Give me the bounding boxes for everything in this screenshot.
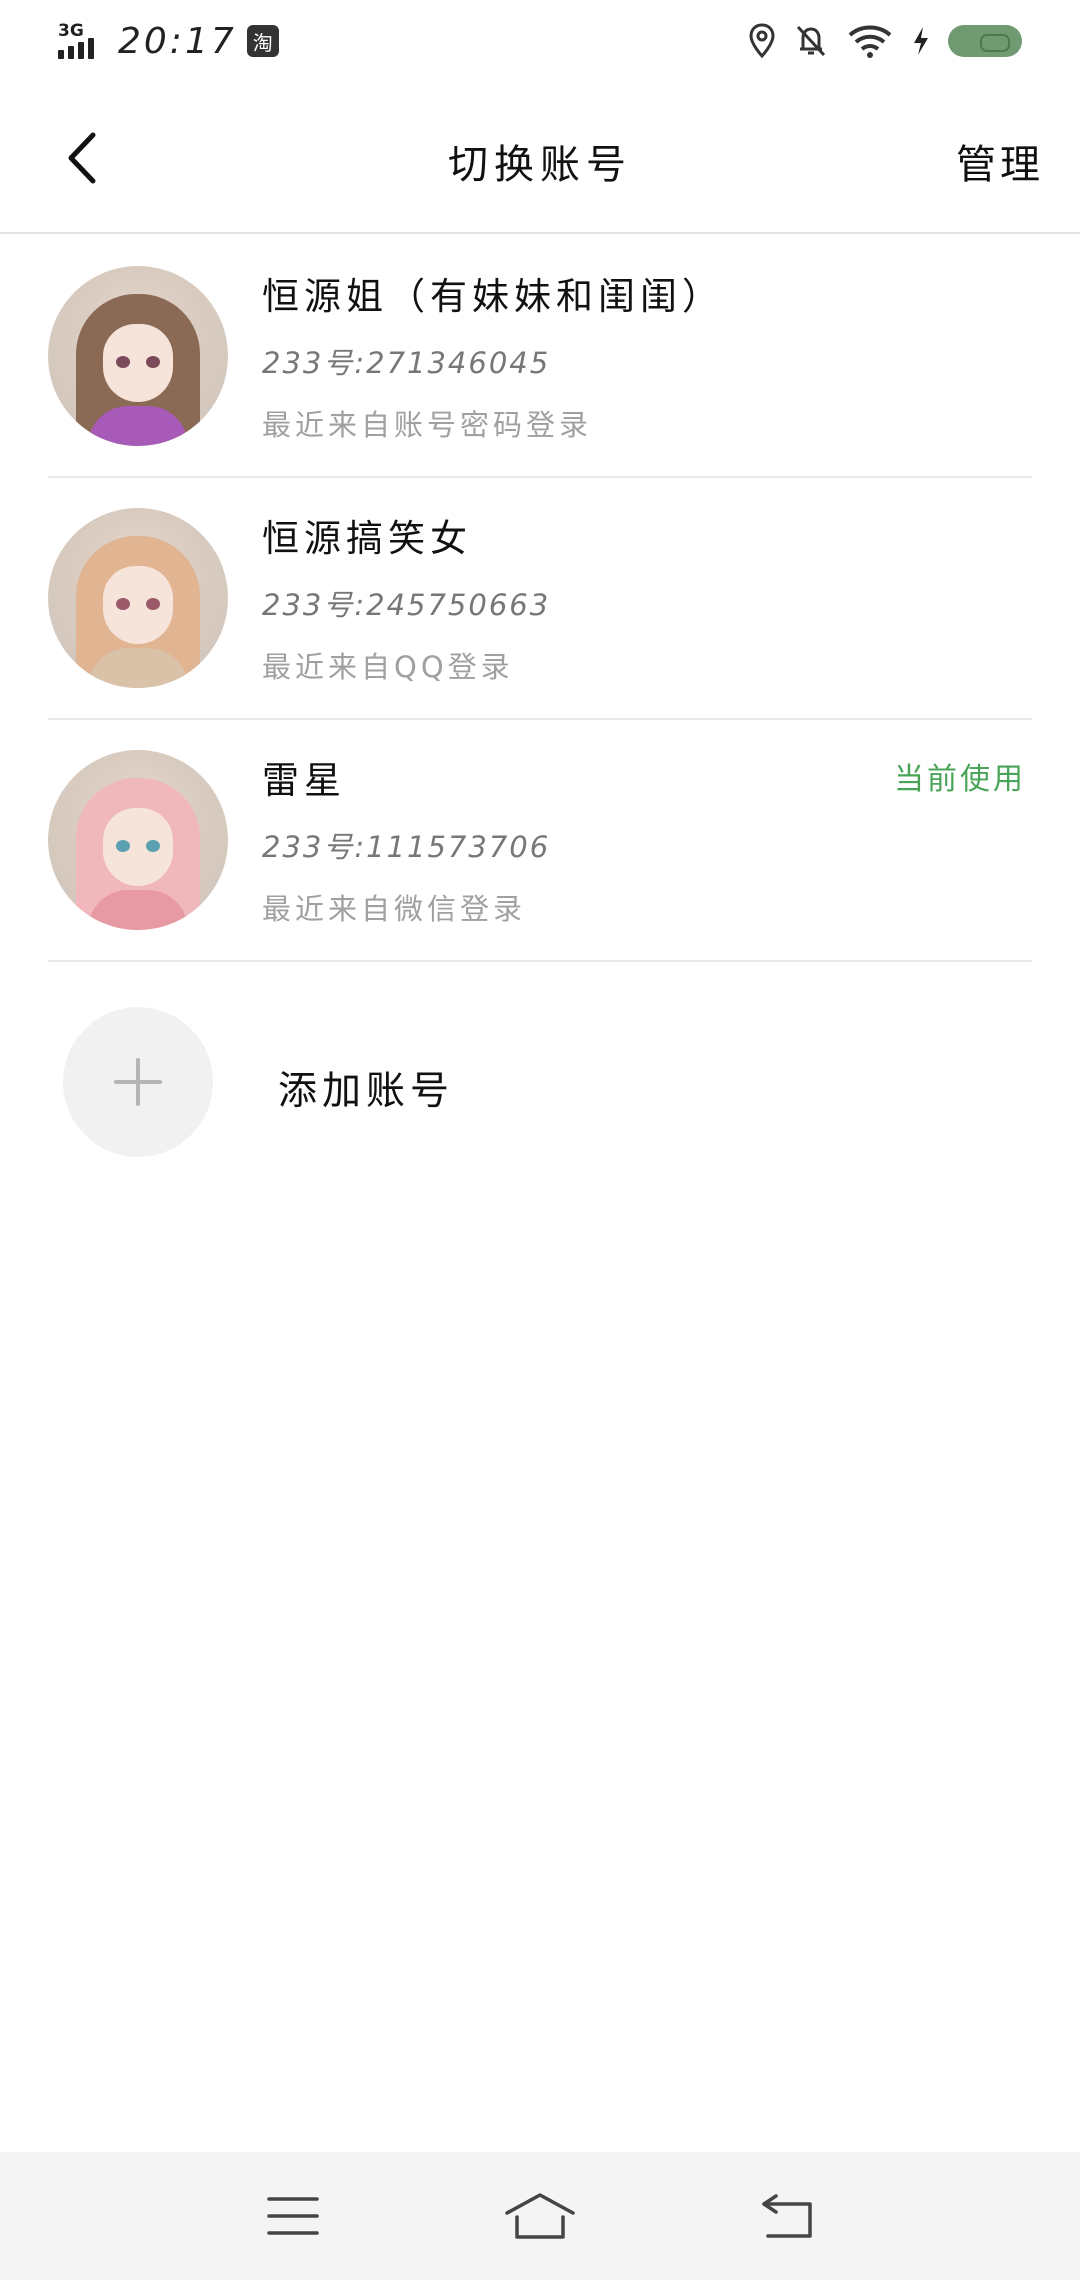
account-name: 雷星 [262, 759, 346, 802]
account-name: 恒源姐（有妹妹和闺闺） [262, 275, 724, 318]
status-bar-right [748, 23, 1022, 59]
account-id: 233号:271346045 [262, 346, 551, 380]
status-bar: 3G 20:17 淘 [0, 0, 1080, 82]
avatar-face [103, 566, 173, 644]
account-name: 恒源搞笑女 [262, 517, 472, 560]
avatar [48, 750, 228, 930]
avatar-face [103, 808, 173, 886]
current-account-badge: 当前使用 [894, 762, 1026, 797]
location-icon [749, 23, 775, 59]
account-item[interactable]: 恒源搞笑女 233号:245750663 最近来自QQ登录 [48, 478, 1032, 720]
avatar-eye [146, 356, 160, 368]
home-button[interactable] [495, 2181, 585, 2251]
avatar-eye [146, 840, 160, 852]
avatar-eye [116, 356, 130, 368]
switch-account-screen: 3G 20:17 淘 切换账号 管理 恒源姐（有妹妹和闺闺） 233号:2713… [0, 0, 1080, 2280]
top-app-bar: 切换账号 管理 [0, 82, 1080, 234]
clock: 20:17 [118, 20, 237, 62]
wifi-icon [848, 25, 892, 58]
manage-button[interactable]: 管理 [956, 132, 1044, 190]
battery-icon [948, 25, 1022, 57]
add-account-label: 添加账号 [278, 1069, 455, 1114]
account-login-source: 最近来自QQ登录 [262, 650, 514, 684]
avatar [48, 266, 228, 446]
back-nav-button[interactable] [742, 2181, 832, 2251]
avatar-eye [116, 598, 130, 610]
account-id: 233号:245750663 [262, 588, 551, 622]
mute-bell-icon [796, 25, 826, 57]
status-bar-left: 3G 20:17 淘 [58, 21, 279, 62]
menu-icon [267, 2197, 320, 2235]
account-item[interactable]: 雷星 当前使用 233号:111573706 最近来自微信登录 [48, 720, 1032, 962]
cellular-signal-icon: 3G [58, 21, 108, 61]
avatar-eye [146, 598, 160, 610]
add-circle [63, 1007, 213, 1157]
charging-icon [914, 27, 928, 55]
system-navigation-bar [0, 2152, 1080, 2280]
add-account-button[interactable]: 添加账号 [0, 962, 1080, 1202]
avatar-face [103, 324, 173, 402]
plus-icon [114, 1058, 162, 1106]
return-icon [761, 2194, 812, 2238]
home-icon [505, 2193, 575, 2239]
account-login-source: 最近来自微信登录 [262, 892, 527, 926]
menu-button[interactable] [248, 2181, 338, 2251]
account-id: 233号:111573706 [262, 830, 551, 864]
avatar-eye [116, 840, 130, 852]
avatar [48, 508, 228, 688]
account-list: 恒源姐（有妹妹和闺闺） 233号:271346045 最近来自账号密码登录 恒源… [0, 236, 1080, 962]
taobao-notification-icon: 淘 [246, 25, 279, 57]
account-login-source: 最近来自账号密码登录 [262, 408, 593, 442]
page-title: 切换账号 [448, 142, 632, 188]
account-item[interactable]: 恒源姐（有妹妹和闺闺） 233号:271346045 最近来自账号密码登录 [48, 236, 1032, 478]
